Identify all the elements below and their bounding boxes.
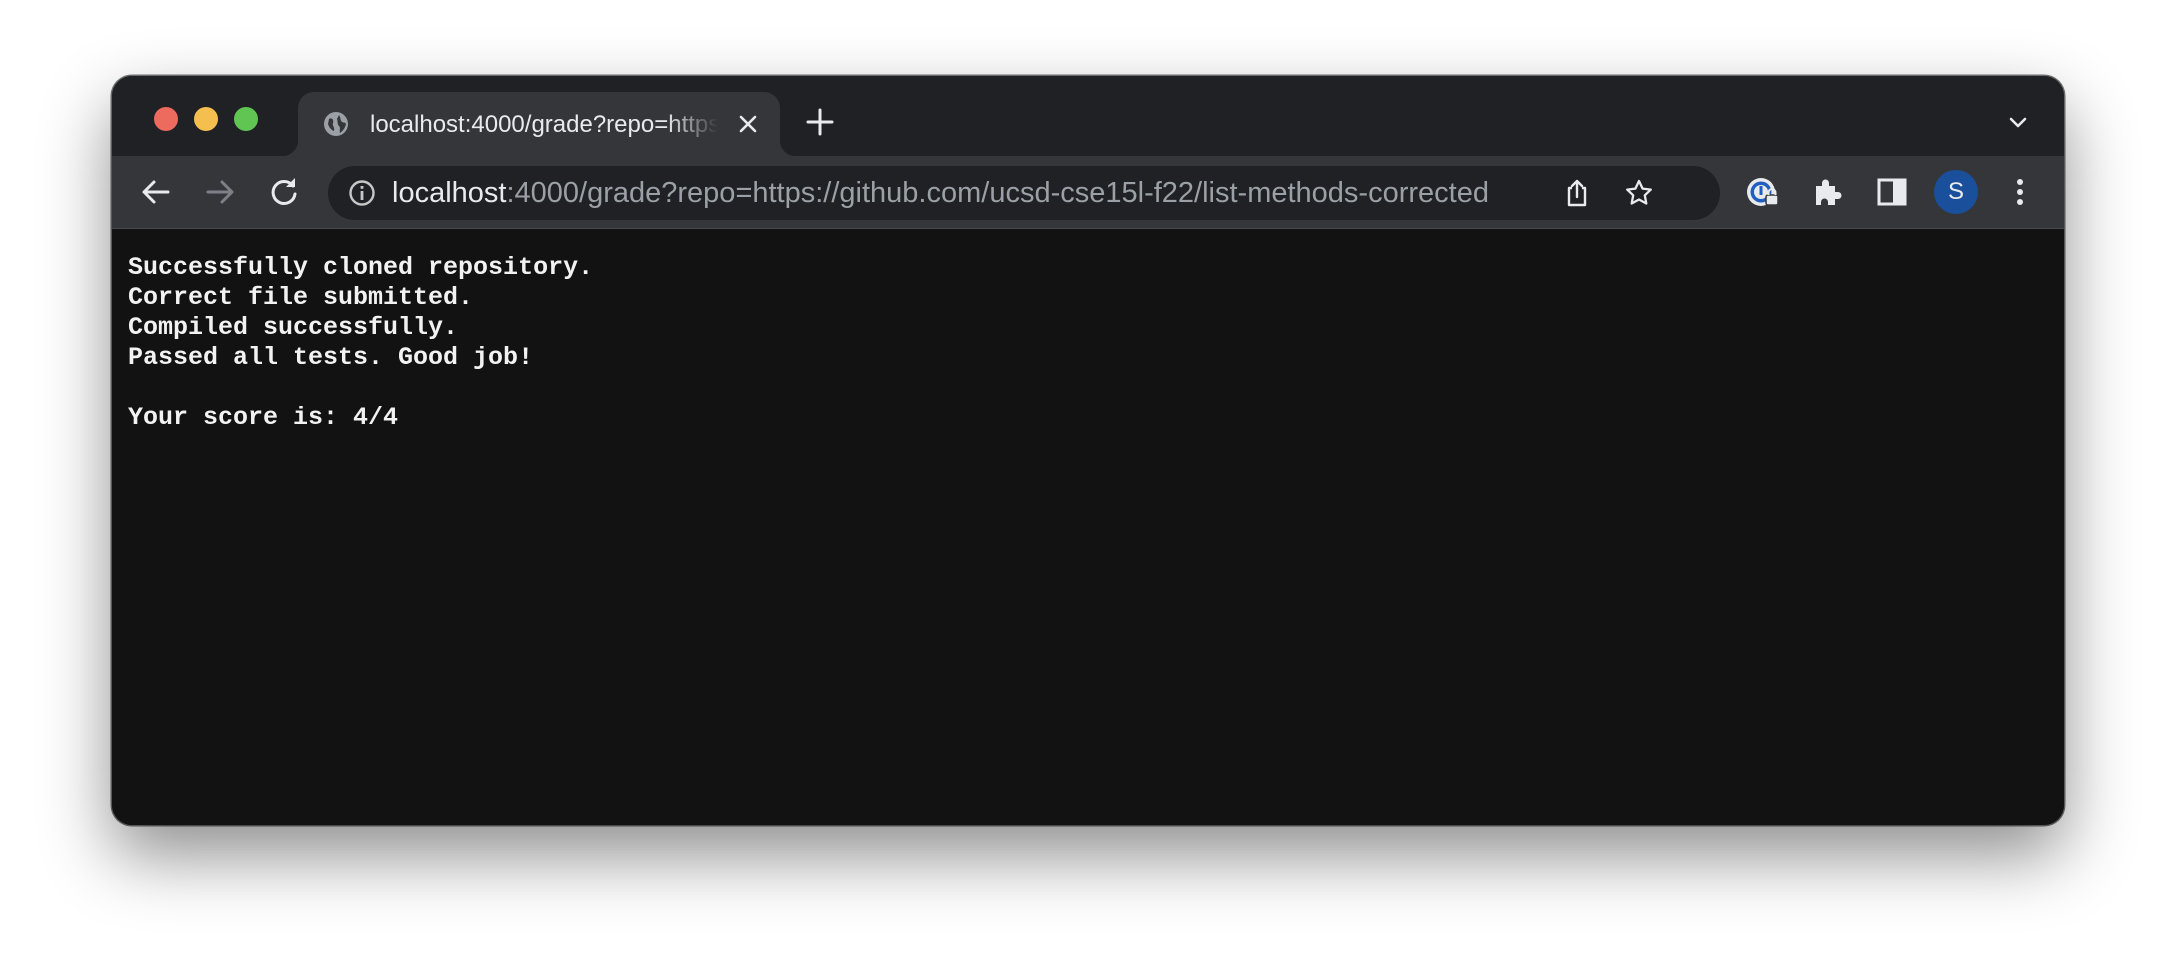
tab-strip: localhost:4000/grade?repo=https://github…	[112, 76, 2064, 156]
url-host: localhost	[392, 177, 507, 209]
new-tab-plus-icon[interactable]	[804, 106, 836, 138]
tab-title: localhost:4000/grade?repo=https://github…	[370, 111, 718, 138]
url-text[interactable]: localhost:4000/grade?repo=https://github…	[392, 177, 1489, 209]
bookmark-star-icon[interactable]	[1624, 178, 1654, 208]
browser-window: localhost:4000/grade?repo=https://github…	[112, 76, 2064, 825]
password-manager-extension-icon[interactable]	[1744, 174, 1780, 210]
forward-arrow-icon[interactable]	[202, 174, 238, 210]
score-line: Your score is: 4/4	[128, 403, 399, 432]
minimize-window-button[interactable]	[194, 107, 218, 131]
grader-output: Successfully cloned repository. Correct …	[128, 253, 593, 433]
maximize-window-button[interactable]	[234, 107, 258, 131]
extensions-puzzle-icon[interactable]	[1810, 174, 1846, 210]
globe-icon	[322, 110, 350, 138]
output-line: Compiled successfully.	[128, 313, 459, 342]
profile-avatar[interactable]: S	[1934, 170, 1978, 214]
side-panel-icon[interactable]	[1874, 174, 1910, 210]
tab-search-chevron-down-icon[interactable]	[2006, 110, 2030, 134]
back-arrow-icon[interactable]	[138, 174, 174, 210]
tab-active[interactable]: localhost:4000/grade?repo=https://github…	[282, 92, 796, 156]
page-content: Successfully cloned repository. Correct …	[112, 229, 2064, 825]
url-path: :4000/grade?repo=https://github.com/ucsd…	[506, 177, 1489, 209]
site-info-icon[interactable]	[348, 179, 376, 207]
toolbar: localhost:4000/grade?repo=https://github…	[112, 156, 2064, 229]
share-icon[interactable]	[1562, 178, 1592, 208]
close-window-button[interactable]	[154, 107, 178, 131]
output-line: Correct file submitted.	[128, 283, 474, 312]
reload-icon[interactable]	[266, 174, 302, 210]
more-menu-icon[interactable]	[2002, 174, 2038, 210]
address-bar[interactable]: localhost:4000/grade?repo=https://github…	[328, 166, 1720, 220]
output-line: Passed all tests. Good job!	[128, 343, 534, 372]
output-line: Successfully cloned repository.	[128, 253, 594, 282]
tab-close-icon[interactable]	[732, 108, 764, 140]
